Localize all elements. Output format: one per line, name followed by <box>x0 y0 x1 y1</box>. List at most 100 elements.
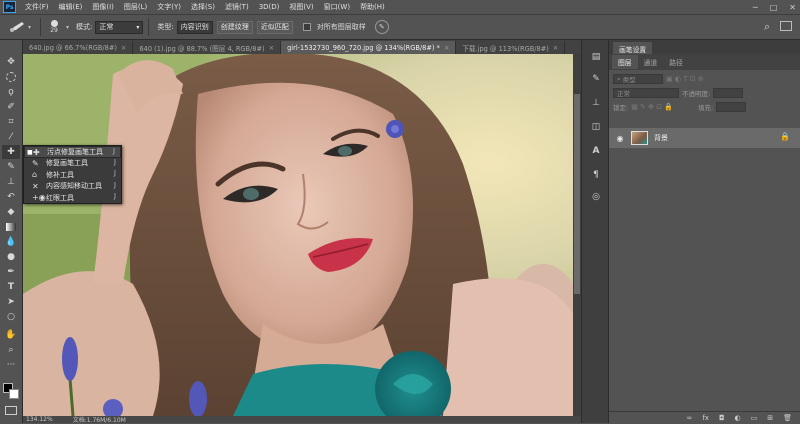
mode-label: 模式: <box>76 23 93 31</box>
quick-mask-icon[interactable] <box>5 406 17 415</box>
gradient-tool-icon[interactable] <box>2 220 20 234</box>
panel-header: 画笔设置 <box>609 40 800 54</box>
crop-tool-icon[interactable]: ⌗ <box>2 115 20 129</box>
tab-close-icon[interactable]: × <box>121 44 127 52</box>
layer-style-icon[interactable]: fx <box>702 414 709 422</box>
sample-all-layers-checkbox[interactable] <box>302 23 311 31</box>
flyout-item-spot-healing[interactable]: ■ ✚ 污点修复画笔工具 J <box>24 146 121 158</box>
create-texture-button[interactable]: 创建纹理 <box>216 20 253 34</box>
fill-field[interactable] <box>716 102 747 112</box>
flyout-item-healing-brush[interactable]: ✎ 修复画笔工具 J <box>24 158 121 170</box>
zoom-level[interactable]: 134.12% <box>26 416 53 423</box>
more-tools-icon[interactable]: ··· <box>2 358 20 372</box>
clone-stamp-tool-icon[interactable]: ⊥ <box>2 175 20 189</box>
lasso-tool-icon[interactable]: ϙ <box>2 85 20 99</box>
link-layers-icon[interactable]: ∞ <box>687 414 693 422</box>
menu-type[interactable]: 文字(Y) <box>152 2 186 12</box>
clone-source-icon[interactable]: ⊥ <box>589 96 603 110</box>
tab-brush-settings[interactable]: 画笔设置 <box>613 42 653 54</box>
close-button[interactable]: ✕ <box>789 3 796 12</box>
menu-file[interactable]: 文件(F) <box>20 2 54 12</box>
proximity-match-button[interactable]: 近似匹配 <box>256 20 293 34</box>
document-tab[interactable]: 640 (1).jpg @ 88.7% (图层 4, RGB/8#) × <box>133 41 282 54</box>
eraser-tool-icon[interactable]: ◆ <box>2 205 20 219</box>
adjustment-layer-icon[interactable]: ◐ <box>735 414 741 422</box>
lock-options-icon[interactable]: ▦ ✎ ✥ ⊡ 🔒 <box>631 103 673 111</box>
new-layer-icon[interactable]: ⊞ <box>767 414 773 422</box>
move-tool-icon[interactable]: ✥ <box>2 55 20 69</box>
content-aware-button[interactable]: 内容识别 <box>176 20 213 34</box>
brush-tool-icon[interactable]: ✎ <box>2 160 20 174</box>
adjustments-icon[interactable]: ◎ <box>589 190 603 204</box>
flyout-item-red-eye[interactable]: +◉ 红眼工具 J <box>24 192 121 204</box>
layer-row[interactable]: ◉ 背景 🔒 <box>609 128 800 148</box>
brush-settings-icon[interactable]: ▤ <box>589 50 603 64</box>
add-mask-icon[interactable]: ◘ <box>719 414 725 422</box>
zoom-tool-icon[interactable]: ⌕ <box>2 343 20 357</box>
menu-bar: Ps 文件(F) 编辑(E) 图像(I) 图层(L) 文字(Y) 选择(S) 滤… <box>0 0 800 14</box>
hand-tool-icon[interactable]: ✋ <box>2 328 20 342</box>
tab-close-icon[interactable]: × <box>269 44 275 52</box>
tool-preset-icon[interactable] <box>6 18 28 36</box>
patch-icon: ⌂ <box>32 170 38 179</box>
menu-help[interactable]: 帮助(H) <box>355 2 390 12</box>
document-tab-active[interactable]: girl-1532730_960_720.jpg @ 134%(RGB/8#) … <box>281 41 457 54</box>
type-tool-icon[interactable]: T <box>2 280 20 294</box>
pen-tool-icon[interactable]: ✒ <box>2 265 20 279</box>
tab-paths[interactable]: 路径 <box>663 55 689 69</box>
minimize-button[interactable]: ─ <box>753 3 758 12</box>
kind-filter-select[interactable]: ⌕ 类型 <box>613 74 663 84</box>
menu-3d[interactable]: 3D(D) <box>254 3 285 11</box>
marquee-tool-icon[interactable] <box>2 70 20 84</box>
eyedropper-tool-icon[interactable]: ⁄ <box>2 130 20 144</box>
paragraph-icon[interactable]: ¶ <box>589 168 603 182</box>
menu-filter[interactable]: 滤镜(T) <box>220 2 254 12</box>
brushes-icon[interactable]: ✎ <box>589 72 603 86</box>
document-tab[interactable]: 640.jpg @ 66.7%(RGB/8#) × <box>23 41 134 54</box>
flyout-item-content-aware-move[interactable]: ✕ 内容感知移动工具 J <box>24 181 121 193</box>
search-icon: ⌕ <box>617 74 621 83</box>
flyout-item-patch[interactable]: ⌂ 修补工具 J <box>24 169 121 181</box>
blend-mode-select[interactable]: 正常 <box>613 88 679 98</box>
search-icon[interactable]: ⌕ <box>764 20 770 34</box>
dodge-tool-icon[interactable]: ● <box>2 250 20 264</box>
menu-select[interactable]: 选择(S) <box>186 2 220 12</box>
tab-close-icon[interactable]: × <box>444 44 450 52</box>
chevron-down-icon: ▾ <box>136 23 140 31</box>
tab-label: 下载.jpg @ 113%(RGB/8#) <box>462 44 549 53</box>
menu-image[interactable]: 图像(I) <box>87 2 119 12</box>
opacity-field[interactable] <box>713 88 744 98</box>
quick-select-tool-icon[interactable]: ✐ <box>2 100 20 114</box>
vertical-scrollbar[interactable] <box>573 54 581 416</box>
brush-size-picker[interactable]: 29 <box>46 20 62 34</box>
workspace-icon[interactable] <box>780 21 792 31</box>
preset-dropdown-icon[interactable]: ▾ <box>28 24 31 31</box>
group-icon[interactable]: ▭ <box>751 414 758 422</box>
character-icon[interactable]: A <box>589 144 603 158</box>
mode-select[interactable]: 正常 ▾ <box>95 20 144 34</box>
brush-dropdown-icon[interactable]: ▾ <box>66 24 69 31</box>
spot-healing-tool-icon[interactable]: ✚ <box>2 145 20 159</box>
tab-channels[interactable]: 通道 <box>638 55 664 69</box>
menu-window[interactable]: 窗口(W) <box>319 2 355 12</box>
tab-layers[interactable]: 图层 <box>612 55 638 69</box>
menu-view[interactable]: 视图(V) <box>284 2 318 12</box>
menu-edit[interactable]: 编辑(E) <box>54 2 88 12</box>
pressure-size-icon[interactable]: ✎ <box>374 20 389 34</box>
tab-close-icon[interactable]: × <box>553 44 559 52</box>
history-icon[interactable]: ◫ <box>589 120 603 134</box>
flyout-item-label: 红眼工具 <box>46 193 74 202</box>
menu-layer[interactable]: 图层(L) <box>119 2 152 12</box>
blur-tool-icon[interactable]: 💧 <box>2 235 20 249</box>
background-color-swatch[interactable] <box>9 389 19 399</box>
document-canvas[interactable] <box>23 54 573 416</box>
history-brush-tool-icon[interactable]: ↶ <box>2 190 20 204</box>
ellipse-tool-icon[interactable]: ○ <box>2 310 20 324</box>
scrollbar-thumb[interactable] <box>574 94 580 294</box>
maximize-button[interactable]: □ <box>770 3 778 12</box>
eye-icon[interactable]: ◉ <box>613 134 627 143</box>
trash-icon[interactable]: 🗑 <box>783 414 792 422</box>
path-selection-tool-icon[interactable]: ➤ <box>2 295 20 309</box>
document-tab[interactable]: 下载.jpg @ 113%(RGB/8#) × <box>456 41 566 54</box>
filter-pixel-icon[interactable]: ▣ ◐ T ⊡ ⊕ <box>666 75 704 83</box>
